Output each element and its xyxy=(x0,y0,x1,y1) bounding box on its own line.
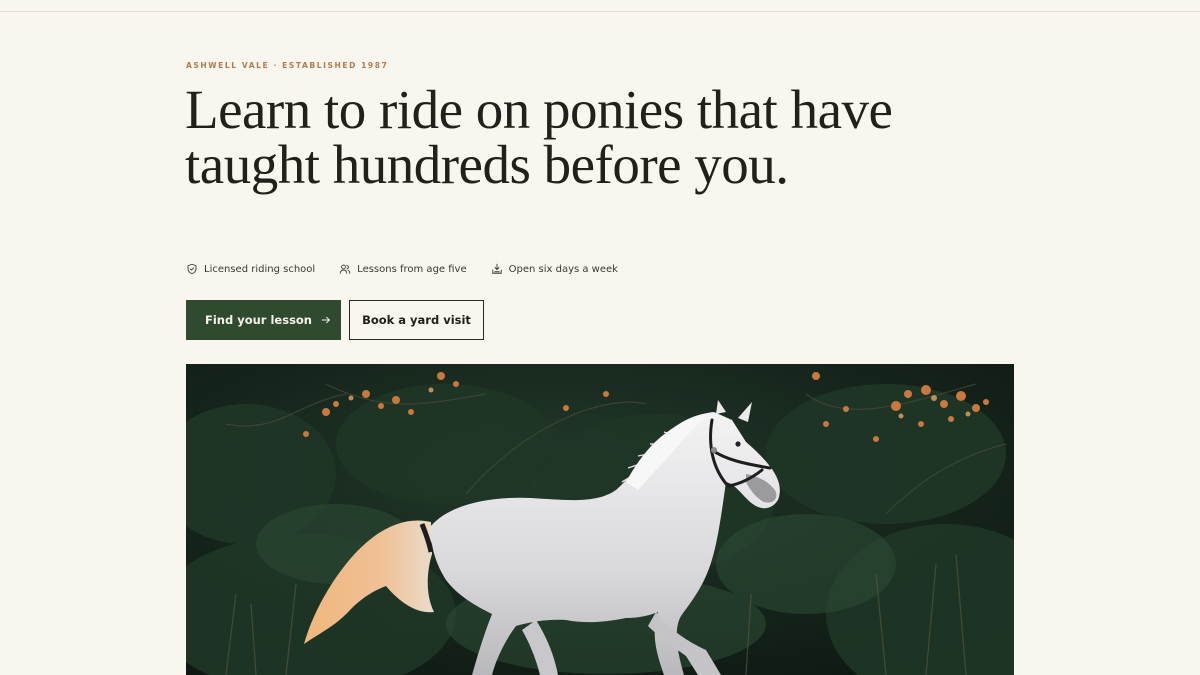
users-icon xyxy=(339,264,351,274)
arrow-right-icon xyxy=(321,316,330,324)
find-lesson-label: Find your lesson xyxy=(205,313,312,327)
calendar-icon xyxy=(491,263,502,274)
eyebrow-text: ASHWELL VALE · ESTABLISHED 1987 xyxy=(186,61,389,70)
feature-label: Lessons from age five xyxy=(357,263,467,275)
feature-list: Licensed riding school Lessons from age … xyxy=(186,262,618,276)
feature-label: Licensed riding school xyxy=(204,263,316,275)
hero-image xyxy=(186,364,1014,675)
feature-item-age: Lessons from age five xyxy=(339,263,467,275)
white-horse-photo xyxy=(186,364,1014,675)
find-lesson-button[interactable]: Find your lesson xyxy=(186,300,341,340)
book-visit-label: Book a yard visit xyxy=(362,313,471,327)
feature-label: Open six days a week xyxy=(508,263,618,275)
book-visit-button[interactable]: Book a yard visit xyxy=(349,300,484,340)
shield-check-icon xyxy=(187,263,197,275)
feature-item-licensed: Licensed riding school xyxy=(186,263,315,275)
hero-headline: Learn to ride on ponies that have taught… xyxy=(185,79,893,195)
feature-item-open: Open six days a week xyxy=(491,263,618,275)
top-divider xyxy=(0,11,1200,12)
